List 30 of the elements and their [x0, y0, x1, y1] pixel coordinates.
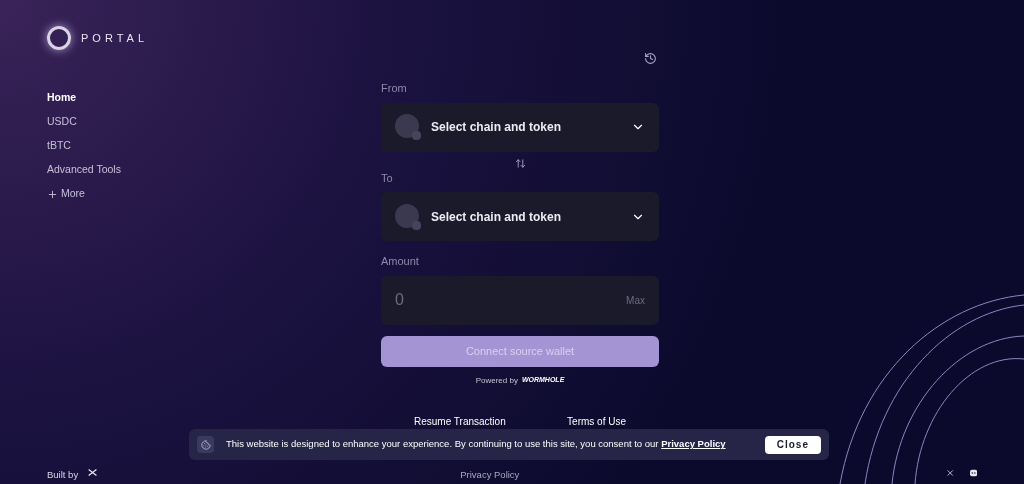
privacy-policy-link[interactable]: Privacy Policy	[460, 467, 520, 483]
field-label: To	[381, 170, 394, 186]
plus-icon	[47, 188, 58, 200]
footer-link[interactable]: Terms of Use	[567, 413, 626, 429]
privacy-policy-link[interactable]: Privacy Policy	[661, 438, 726, 450]
nav-item[interactable]: Advanced Tools	[47, 162, 300, 178]
nav-item[interactable]: tBTC	[47, 138, 300, 154]
token-placeholder-icon	[395, 203, 421, 230]
nav-item[interactable]: Home	[47, 90, 300, 106]
logo-ring-icon	[47, 26, 71, 50]
field-label: Amount	[381, 254, 420, 269]
x-social-icon[interactable]	[947, 468, 954, 478]
nav-item[interactable]: USDC	[47, 114, 300, 130]
chain-token-select[interactable]: Select chain and token	[381, 102, 659, 152]
token-placeholder-icon	[395, 114, 421, 140]
amount-input[interactable]: 0	[395, 288, 627, 312]
swap-icon[interactable]	[514, 157, 526, 169]
chain-token-select[interactable]: Select chain and token	[381, 192, 659, 241]
x-logo-icon	[88, 466, 98, 478]
nav-item[interactable]: More	[47, 186, 300, 202]
consent-message: This website is designed to enhance your experience. By continuing to use this site, you consent to our Privacy Policy	[226, 437, 727, 452]
logo-text: PORTAL	[81, 30, 148, 46]
cookie-icon	[197, 436, 214, 453]
footer-link[interactable]: Resume Transaction	[414, 413, 506, 429]
built-by-text: Built by	[47, 467, 79, 482]
discord-icon[interactable]	[969, 468, 977, 478]
history-icon[interactable]	[644, 52, 657, 65]
close-button[interactable]: Close	[764, 435, 821, 454]
field-label: From	[381, 81, 408, 96]
powered-by-text: Powered by	[475, 374, 518, 387]
